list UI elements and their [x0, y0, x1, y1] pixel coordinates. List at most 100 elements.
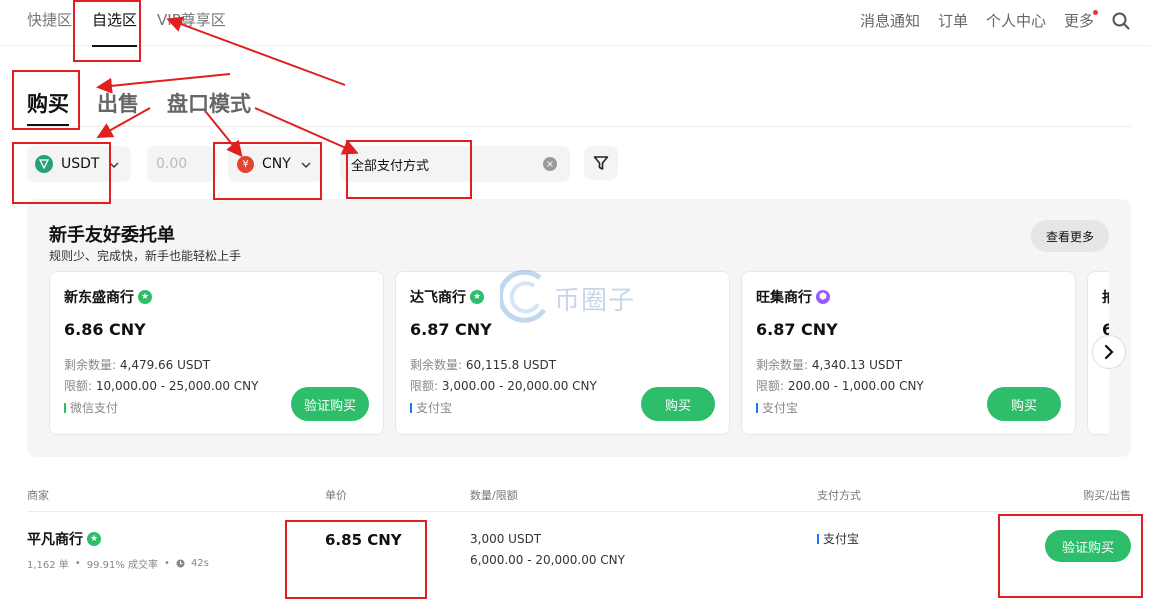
offer-card: 旺集商行 ⬢ 6.87 CNY 剩余数量: 4,340.13 USDT 限额: 2… [741, 271, 1076, 435]
limit-label: 限额: [410, 379, 439, 393]
limit-label: 限额: [756, 379, 785, 393]
wechat-pay-icon [64, 402, 66, 413]
row-time: 42s [190, 558, 209, 569]
fiat-select-value: CNY [262, 156, 291, 172]
buy-button[interactable]: 购买 [987, 387, 1061, 421]
nav-item-more[interactable]: 更多 [1063, 10, 1098, 31]
tab-orderbook-mode[interactable]: 盘口模式 [167, 88, 251, 118]
yuan-icon: ¥ [237, 155, 254, 173]
offer-merchant[interactable]: 新东盛商行 ★ [64, 287, 152, 307]
nav-item-profile[interactable]: 个人中心 [986, 10, 1046, 31]
nav-item-watchlist[interactable]: 自选区 [92, 10, 138, 47]
offer-remaining: 剩余数量: 4,479.66 USDT [64, 356, 210, 373]
limit-value: 200.00 - 1,000.00 CNY [787, 379, 924, 393]
payment-method-select[interactable]: 全部支付方式 × [340, 146, 570, 182]
tether-icon [35, 155, 53, 173]
top-nav-left: 快捷区 自选区 VIP尊享区 [27, 10, 226, 47]
offer-merchant-name: 达飞商行 [410, 290, 466, 306]
watermark-logo-icon [500, 270, 547, 323]
funnel-icon [593, 156, 609, 170]
nav-item-notifications[interactable]: 消息通知 [860, 10, 920, 31]
verified-icon: ⬢ [816, 290, 830, 304]
row-payment: 支付宝 [817, 530, 859, 547]
col-action: 购买/出售 [1083, 489, 1131, 502]
offer-merchant-name: 新东盛商行 [64, 290, 134, 306]
offer-price: 6.86 CNY [64, 320, 146, 339]
table-row: 平凡商行 ★ 1,162 单 • 99.91% 成交率 • 42s 6.85 CN… [27, 512, 1131, 582]
offer-limit: 限额: 200.00 - 1,000.00 CNY [756, 377, 924, 394]
payment-name: 支付宝 [762, 401, 799, 415]
offer-merchant[interactable]: 旺集商行 ⬢ [756, 287, 830, 307]
remaining-value: 60,115.8 USDT [465, 358, 557, 372]
offer-card: 新东盛商行 ★ 6.86 CNY 剩余数量: 4,479.66 USDT 限额: … [49, 271, 384, 435]
fiat-select[interactable]: ¥ CNY [228, 146, 323, 182]
payment-name: 微信支付 [70, 401, 119, 415]
coin-select-value: USDT [61, 156, 100, 172]
table-header: 商家 单价 数量/限额 支付方式 购买/出售 [27, 487, 1131, 507]
search-icon[interactable] [1112, 12, 1130, 30]
offer-payment: 支付宝 [756, 399, 798, 416]
alipay-icon [410, 402, 412, 413]
alipay-icon [756, 402, 758, 413]
amount-placeholder: 0.00 [156, 156, 188, 172]
payment-method-value: 全部支付方式 [351, 158, 430, 174]
verified-icon: ★ [470, 290, 484, 304]
amount-input[interactable]: 0.00 [147, 146, 217, 182]
row-payment-name: 支付宝 [823, 532, 860, 546]
beginner-offers-panel: 新手友好委托单 规则少、完成快，新手也能轻松上手 查看更多 新东盛商行 ★ 6.8… [27, 199, 1131, 457]
verified-icon: ★ [87, 532, 101, 546]
payment-name: 支付宝 [416, 401, 453, 415]
remaining-label: 剩余数量: [64, 358, 117, 372]
nav-item-more-label: 更多 [1063, 12, 1094, 30]
tab-sell[interactable]: 出售 [97, 88, 139, 118]
chevron-right-icon [1104, 344, 1114, 360]
row-verify-buy-button[interactable]: 验证购买 [1045, 530, 1131, 562]
tabs-divider [27, 126, 1131, 127]
tab-buy[interactable]: 购买 [27, 88, 69, 127]
carousel-next-button[interactable] [1092, 335, 1126, 369]
notification-dot [1093, 10, 1098, 15]
offer-price: 6.87 CNY [410, 320, 492, 339]
col-quantity: 数量/限额 [470, 489, 518, 502]
trade-mode-tabs: 购买 出售 盘口模式 [27, 88, 251, 127]
clock-icon [176, 559, 185, 568]
watermark: 币圈子 [500, 270, 635, 326]
promo-title: 新手友好委托单 [49, 225, 175, 246]
remaining-label: 剩余数量: [756, 358, 809, 372]
offer-limit: 限额: 10,000.00 - 25,000.00 CNY [64, 377, 258, 394]
row-quantity: 3,000 USDT [470, 532, 542, 546]
top-nav-right: 消息通知 订单 个人中心 更多 [860, 10, 1130, 31]
offer-remaining: 剩余数量: 4,340.13 USDT [756, 356, 902, 373]
buy-button[interactable]: 购买 [641, 387, 715, 421]
nav-item-vip[interactable]: VIP尊享区 [157, 10, 226, 30]
alipay-icon [817, 533, 819, 544]
nav-item-orders[interactable]: 订单 [938, 10, 968, 31]
clear-icon[interactable]: × [543, 157, 557, 171]
row-orders: 1,162 单 [27, 560, 69, 571]
limit-value: 3,000.00 - 20,000.00 CNY [441, 379, 597, 393]
offer-merchant[interactable]: 拍 [1102, 287, 1109, 307]
col-payment: 支付方式 [817, 489, 861, 502]
nav-item-quick[interactable]: 快捷区 [27, 10, 72, 30]
row-limit: 6,000.00 - 20,000.00 CNY [470, 553, 625, 567]
row-merchant[interactable]: 平凡商行 ★ [27, 529, 101, 549]
row-merchant-name: 平凡商行 [27, 532, 83, 548]
see-more-button[interactable]: 查看更多 [1031, 220, 1109, 252]
remaining-label: 剩余数量: [410, 358, 463, 372]
offer-merchant[interactable]: 达飞商行 ★ [410, 287, 484, 307]
offer-limit: 限额: 3,000.00 - 20,000.00 CNY [410, 377, 597, 394]
offer-price: 6.87 CNY [756, 320, 838, 339]
limit-label: 限额: [64, 379, 93, 393]
limit-value: 10,000.00 - 25,000.00 CNY [95, 379, 259, 393]
row-completion: 99.91% 成交率 [86, 560, 159, 571]
coin-select[interactable]: USDT [27, 146, 131, 182]
verify-buy-button[interactable]: 验证购买 [291, 387, 369, 421]
chevron-down-icon [301, 156, 311, 172]
separator-dot: • [164, 558, 170, 569]
filter-button[interactable] [584, 146, 618, 180]
chevron-down-icon [109, 156, 119, 172]
col-price: 单价 [325, 489, 347, 502]
offer-remaining: 剩余数量: 60,115.8 USDT [410, 356, 556, 373]
offer-payment: 微信支付 [64, 399, 118, 416]
verified-icon: ★ [138, 290, 152, 304]
